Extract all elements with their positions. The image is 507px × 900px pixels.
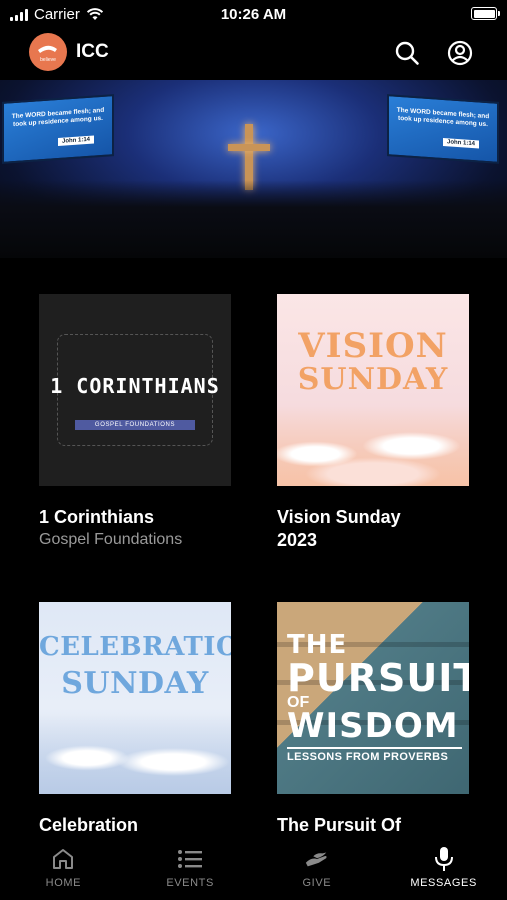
give-icon [305, 852, 327, 867]
crowd-silhouette [0, 180, 507, 258]
series-card-vision-sunday[interactable]: VISION SUNDAY Vision Sunday 2023 [277, 294, 469, 552]
search-icon [395, 41, 419, 65]
series-card-celebration-sunday[interactable]: CELEBRATION SUNDAY Celebration Sunday 20… [39, 602, 231, 860]
projection-screen-left: The WORD became flesh; and took up resid… [2, 94, 114, 164]
series-artwork: CELEBRATION SUNDAY [39, 602, 231, 794]
series-card-1-corinthians[interactable]: 1 CORINTHIANS GOSPEL FOUNDATIONS 1 Corin… [39, 294, 231, 551]
list-icon [178, 850, 203, 868]
app-header: believe ICC [0, 30, 507, 76]
tab-home[interactable]: HOME [0, 838, 127, 900]
tab-events[interactable]: EVENTS [127, 838, 254, 900]
logo-text: believe [40, 57, 56, 63]
believe-logo-icon: believe [38, 45, 57, 63]
microphone-icon [434, 847, 453, 871]
account-icon [447, 40, 473, 66]
account-button[interactable] [445, 38, 475, 68]
series-title: 1 Corinthians [39, 507, 155, 527]
battery-icon [471, 7, 500, 20]
series-card-pursuit-of-wisdom[interactable]: THE PURSUIT OF WISDOM LESSONS FROM PROVE… [277, 602, 469, 860]
projection-screen-right: The WORD became flesh; and took up resid… [387, 94, 499, 164]
cross-bar [228, 144, 270, 151]
clock: 10:26 AM [220, 6, 287, 23]
tab-label: GIVE [302, 877, 332, 889]
series-artwork: VISION SUNDAY [277, 294, 469, 486]
search-button[interactable] [392, 38, 422, 68]
tab-messages[interactable]: MESSAGES [380, 838, 507, 900]
app-logo[interactable]: believe [29, 33, 67, 71]
series-artwork: THE PURSUIT OF WISDOM LESSONS FROM PROVE… [277, 602, 469, 794]
app-title: ICC [76, 41, 109, 62]
home-icon [53, 849, 74, 869]
hero-banner: The WORD became flesh; and took up resid… [0, 80, 507, 258]
tab-label: MESSAGES [410, 877, 477, 889]
tab-label: EVENTS [166, 877, 214, 889]
series-artwork: 1 CORINTHIANS GOSPEL FOUNDATIONS [39, 294, 231, 486]
tab-bar: HOME EVENTS GIVE MESSAGES [0, 838, 507, 900]
series-subtitle: Gospel Foundations [39, 531, 183, 548]
tab-label: HOME [45, 877, 82, 889]
tab-give[interactable]: GIVE [254, 838, 381, 900]
status-bar: Carrier 10:26 AM [0, 0, 507, 28]
series-title: Vision Sunday 2023 [277, 507, 401, 550]
